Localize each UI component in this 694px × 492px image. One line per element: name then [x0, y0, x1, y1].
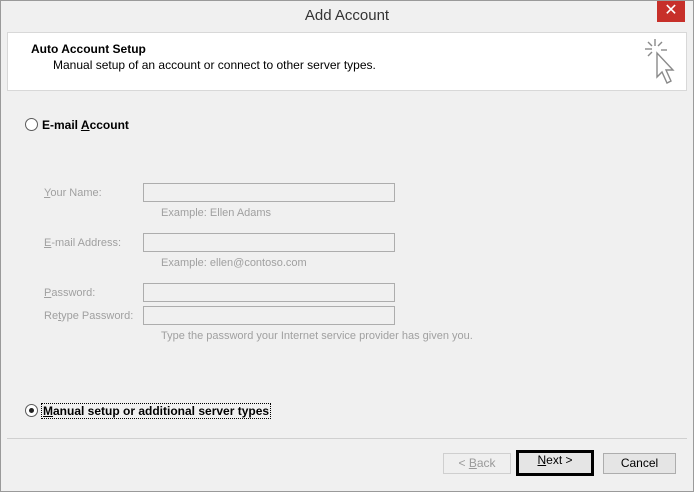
window-title: Add Account	[304, 7, 390, 24]
header-title: Auto Account Setup	[31, 42, 146, 56]
close-icon: ✕	[664, 2, 678, 19]
email-account-radio[interactable]	[25, 118, 38, 131]
manual-setup-label[interactable]: Manual setup or additional server types	[40, 403, 272, 419]
email-account-label[interactable]: E-mail Account	[42, 118, 129, 132]
back-button-accel: B	[468, 456, 477, 470]
email-address-label: E-mail Address:	[44, 237, 121, 249]
cursor-sparkle-icon	[645, 39, 675, 84]
manual-setup-accel: M	[43, 404, 53, 418]
email-address-input[interactable]	[143, 233, 395, 252]
title-bar: Add Account ✕	[1, 1, 693, 32]
retype-password-label: Retype Password:	[44, 310, 133, 322]
close-button[interactable]: ✕	[657, 1, 685, 22]
your-name-hint: Example: Ellen Adams	[161, 207, 272, 219]
password-hint: Type the password your Internet service …	[161, 330, 473, 342]
password-input[interactable]	[143, 283, 395, 302]
next-button-accel: N	[537, 453, 547, 467]
manual-setup-radio[interactable]	[25, 404, 38, 417]
header-subtitle: Manual setup of an account or connect to…	[53, 58, 376, 72]
back-button[interactable]: < Back	[443, 453, 511, 474]
email-address-hint: Example: ellen@contoso.com	[161, 257, 307, 269]
back-button-pre: <	[458, 456, 469, 470]
email-account-accel: A	[80, 118, 90, 132]
next-button-rest: ext >	[546, 453, 573, 467]
footer-divider	[7, 438, 687, 439]
wizard-header: Auto Account Setup Manual setup of an ac…	[7, 32, 687, 91]
password-label-rest: assword:	[51, 287, 96, 299]
email-account-label-rest: ccount	[89, 118, 129, 132]
your-name-label: Your Name:	[44, 187, 102, 199]
retype-password-input[interactable]	[143, 306, 395, 325]
next-button[interactable]: Next >	[516, 450, 594, 476]
retype-password-label-rest: ype Password:	[61, 310, 134, 322]
password-label: Password:	[44, 287, 95, 299]
email-account-label-part: E-mail	[42, 118, 81, 132]
your-name-input[interactable]	[143, 183, 395, 202]
add-account-dialog: Add Account ✕ Auto Account Setup Manual …	[0, 0, 694, 492]
manual-setup-label-rest: anual setup or additional server types	[53, 404, 270, 418]
your-name-label-rest: our Name:	[50, 187, 102, 199]
cancel-button[interactable]: Cancel	[603, 453, 676, 474]
email-address-label-rest: -mail Address:	[51, 237, 122, 249]
back-button-rest: ack	[476, 456, 496, 470]
wizard-content: E-mail Account Your Name: Example: Ellen…	[7, 93, 687, 437]
retype-password-label-pre: Re	[44, 310, 59, 322]
